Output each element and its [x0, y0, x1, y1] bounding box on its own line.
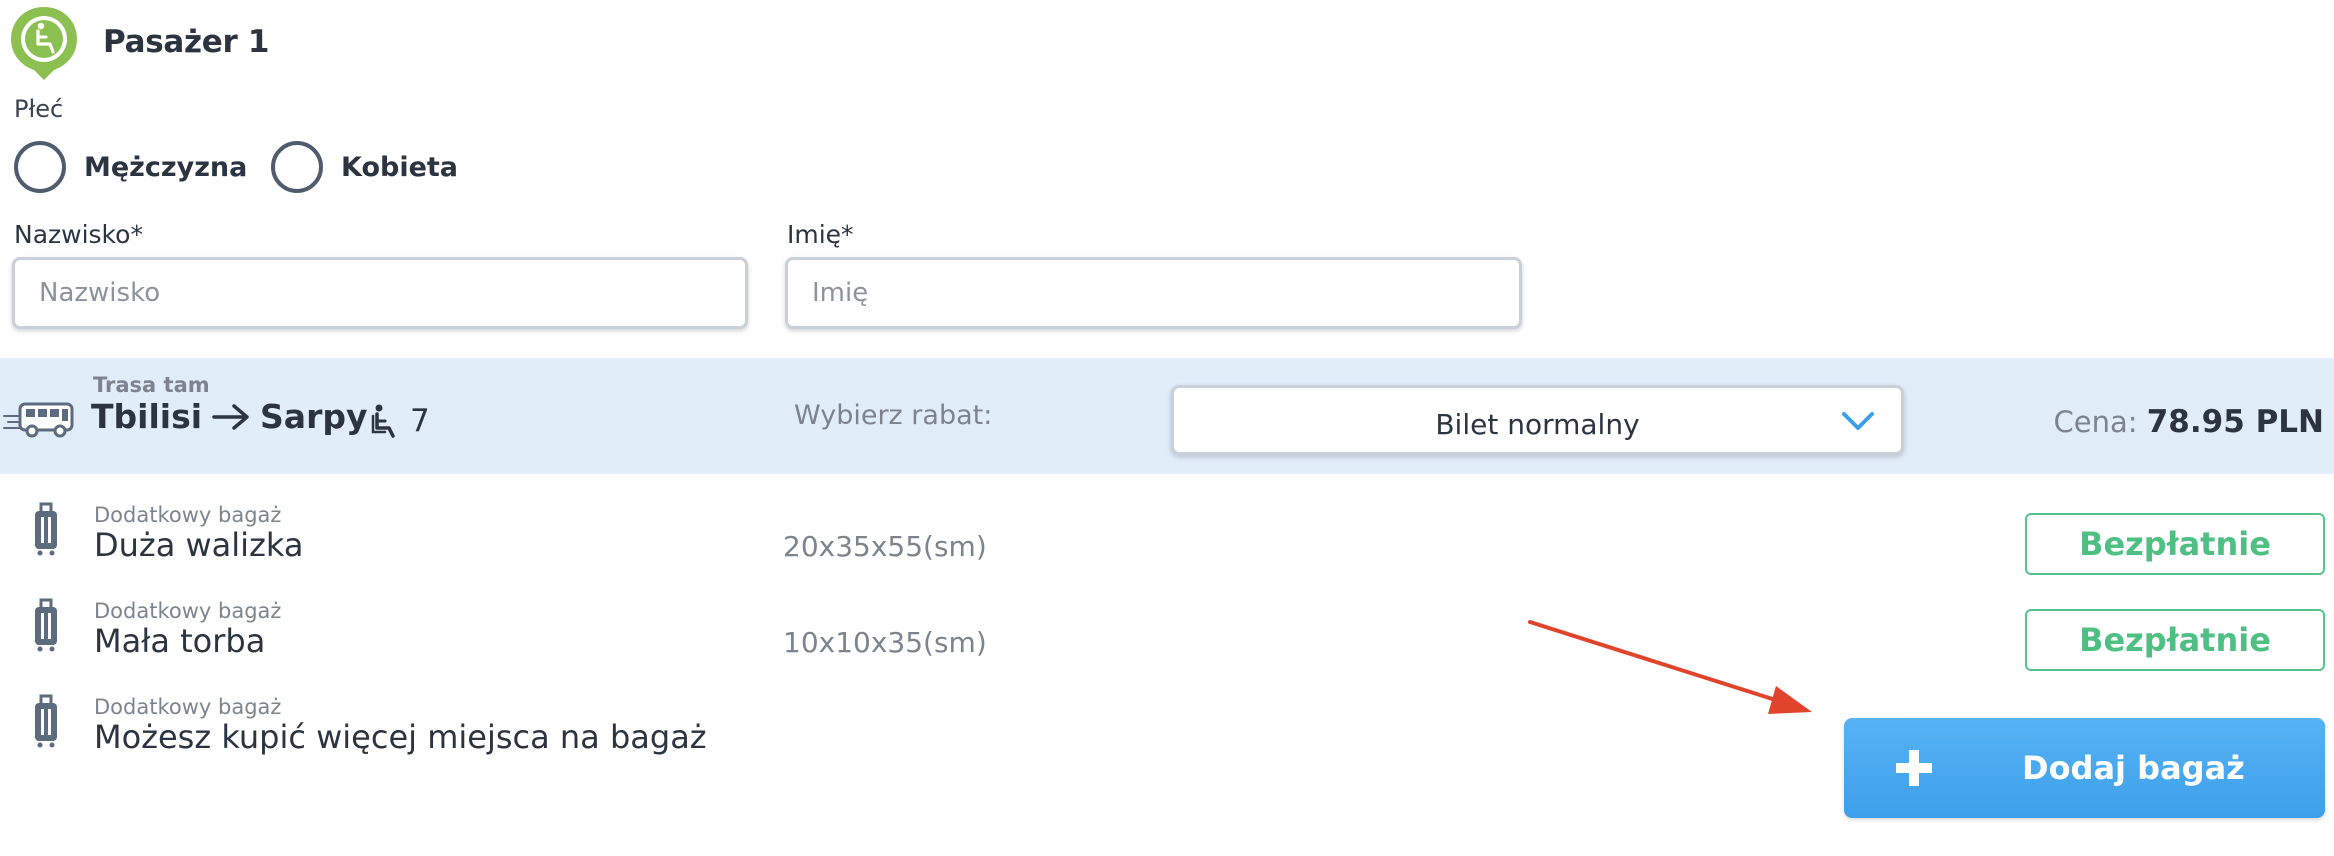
passenger-pin-icon [11, 7, 77, 80]
gender-female-radio[interactable] [271, 141, 323, 193]
route-cities: Tbilisi Sarpy [91, 397, 367, 436]
route-to: Sarpy [260, 397, 368, 436]
plus-icon[interactable] [1894, 748, 1934, 788]
add-luggage-button[interactable]: Dodaj bagaż [1844, 718, 2325, 818]
suitcase-icon [35, 694, 57, 748]
arrow-right-icon [212, 403, 250, 431]
luggage-3-title: Możesz kupić więcej miejsca na bagaż [94, 718, 707, 756]
luggage-2-free-button[interactable]: Bezpłatnie [2025, 609, 2325, 671]
luggage-2-subtitle: Dodatkowy bagaż [94, 599, 282, 623]
chevron-down-icon[interactable] [1841, 410, 1875, 432]
bus-icon [3, 402, 74, 438]
luggage-1-free-button[interactable]: Bezpłatnie [2025, 513, 2325, 575]
luggage-1-title: Duża walizka [94, 526, 304, 564]
gender-option-female[interactable]: Kobieta [271, 141, 458, 193]
discount-select[interactable]: Bilet normalny [1171, 385, 1904, 455]
gender-female-label[interactable]: Kobieta [341, 152, 458, 183]
seat-info: 7 [370, 403, 430, 439]
seat-icon [371, 404, 395, 438]
gender-male-radio[interactable] [14, 141, 66, 193]
gender-option-male[interactable]: Mężczyzna [14, 141, 247, 193]
luggage-2-title: Mała torba [94, 622, 266, 660]
route-from: Tbilisi [91, 397, 203, 436]
suitcase-icon [35, 502, 57, 556]
add-luggage-label[interactable]: Dodaj bagaż [2022, 749, 2245, 787]
price-label: Cena: [2053, 405, 2138, 439]
price-value: 78.95 PLN [2146, 404, 2324, 440]
first-name-label: Imię* [787, 220, 854, 249]
suitcase-icon [35, 598, 57, 652]
last-name-input[interactable] [12, 257, 748, 329]
seat-number: 7 [410, 403, 430, 439]
gender-label: Płeć [14, 95, 64, 123]
route-subtitle: Trasa tam [93, 373, 210, 397]
luggage-1-subtitle: Dodatkowy bagaż [94, 503, 282, 527]
annotation-arrow [1528, 620, 1812, 714]
discount-selected-value[interactable]: Bilet normalny [1174, 408, 1901, 441]
discount-label: Wybierz rabat: [794, 400, 993, 431]
luggage-2-size: 10x10x35(sm) [783, 626, 987, 659]
luggage-3-subtitle: Dodatkowy bagaż [94, 695, 282, 719]
first-name-input[interactable] [785, 257, 1522, 329]
luggage-1-size: 20x35x55(sm) [783, 530, 987, 563]
passenger-title: Pasażer 1 [103, 24, 270, 60]
gender-male-label[interactable]: Mężczyzna [84, 152, 247, 183]
price: Cena: 78.95 PLN [2053, 404, 2324, 440]
last-name-label: Nazwisko* [14, 220, 143, 249]
